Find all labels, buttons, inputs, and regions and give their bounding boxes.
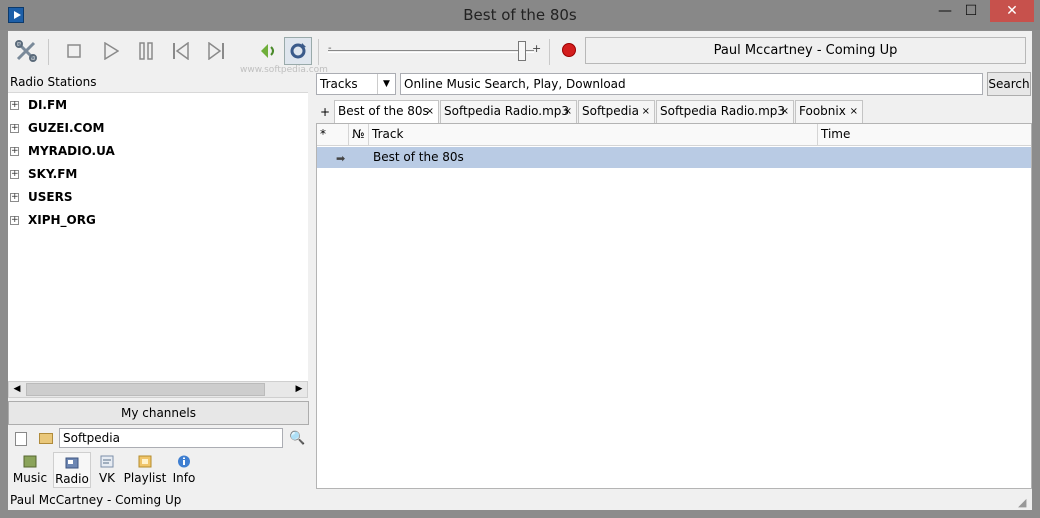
tree-item[interactable]: + DI.FM	[10, 95, 67, 115]
radio-icon	[65, 457, 79, 469]
track-list-header: * № Track Time	[317, 124, 1031, 146]
tools-icon[interactable]	[12, 37, 40, 65]
tab-label: Foobnix	[799, 104, 846, 118]
nav-vk-button[interactable]: VK	[96, 452, 118, 488]
play-icon[interactable]	[97, 37, 125, 65]
repeat-icon[interactable]	[284, 37, 312, 65]
tree-item[interactable]: + XIPH_ORG	[10, 210, 96, 230]
minimize-button[interactable]: —	[932, 0, 958, 22]
title-bar: Best of the 80s — ☐ ✕	[0, 0, 1040, 30]
table-row[interactable]: ➡ Best of the 80s	[317, 147, 1031, 168]
nav-radio-label: Radio	[55, 472, 89, 486]
tab-label: Softpedia Radio.mp3	[660, 104, 786, 118]
nav-music-button[interactable]: Music	[12, 452, 48, 488]
pause-icon[interactable]	[132, 37, 160, 65]
status-bar-text: Paul McCartney - Coming Up	[10, 493, 182, 507]
expand-icon[interactable]: +	[10, 100, 19, 110]
close-button[interactable]: ✕	[990, 0, 1034, 22]
client-area: www.softpedia.com - + Paul Mccartney - C…	[8, 31, 1032, 510]
my-channels-button[interactable]: My channels	[8, 401, 309, 425]
maximize-button[interactable]: ☐	[958, 0, 984, 22]
close-tab-icon[interactable]: ×	[850, 101, 858, 122]
tree-item[interactable]: + MYRADIO.UA	[10, 141, 115, 161]
tab-best-of-the-80s[interactable]: Best of the 80s ×	[334, 100, 439, 123]
next-icon[interactable]	[202, 37, 230, 65]
nav-playlist-button[interactable]: Playlist	[123, 452, 167, 488]
tab-label: Softpedia Radio.mp3	[444, 104, 570, 118]
close-tab-icon[interactable]: ×	[564, 101, 572, 122]
expand-icon[interactable]: +	[10, 215, 19, 225]
info-icon	[178, 455, 190, 468]
tree-item-label: USERS	[28, 190, 73, 204]
scrollbar-thumb[interactable]	[26, 383, 265, 396]
search-button[interactable]: Search	[987, 72, 1031, 96]
radio-stations-header: Radio Stations	[10, 75, 97, 89]
add-tab-button[interactable]: +	[320, 105, 330, 119]
search-icon[interactable]: 🔍	[289, 431, 305, 446]
nav-playlist-label: Playlist	[123, 471, 167, 485]
nav-info-button[interactable]: Info	[171, 452, 197, 488]
scroll-left-icon[interactable]: ◀	[9, 382, 25, 397]
column-header-number[interactable]: №	[349, 124, 369, 145]
main-panel: Tracks ▼ Search + Best of the 80s × Soft…	[314, 31, 1032, 510]
now-playing-arrow-icon: ➡	[336, 152, 346, 165]
scroll-right-icon[interactable]: ▶	[291, 382, 307, 397]
nav-music-label: Music	[12, 471, 48, 485]
tree-item-label: XIPH_ORG	[28, 213, 96, 227]
tree-item[interactable]: + SKY.FM	[10, 164, 77, 184]
window-title: Best of the 80s	[463, 6, 577, 24]
tree-item[interactable]: + GUZEI.COM	[10, 118, 104, 138]
expand-icon[interactable]: +	[10, 169, 19, 179]
tab-bar: + Best of the 80s × Softpedia Radio.mp3 …	[316, 99, 1032, 123]
tree-item-label: GUZEI.COM	[28, 121, 105, 135]
track-title: Best of the 80s	[373, 150, 464, 164]
channel-search-input[interactable]	[59, 428, 283, 448]
vk-icon	[100, 455, 114, 468]
chevron-down-icon[interactable]: ▼	[377, 74, 395, 94]
resize-grip-icon[interactable]: ◢	[1018, 496, 1026, 509]
toolbar-separator	[48, 39, 49, 65]
tab-softpedia-radio-2[interactable]: Softpedia Radio.mp3 ×	[656, 100, 794, 123]
tree-item-label: SKY.FM	[28, 167, 78, 181]
expand-icon[interactable]: +	[10, 192, 19, 202]
close-tab-icon[interactable]: ×	[781, 101, 789, 122]
column-header-star[interactable]: *	[317, 124, 349, 145]
folder-icon[interactable]	[39, 433, 53, 444]
tree-item[interactable]: + USERS	[10, 187, 72, 207]
new-file-icon[interactable]	[15, 432, 27, 446]
column-header-track[interactable]: Track	[369, 124, 818, 145]
horizontal-scrollbar[interactable]: ◀ ▶	[8, 381, 308, 398]
column-header-time[interactable]: Time	[818, 124, 1029, 145]
volume-icon[interactable]	[254, 37, 282, 65]
tab-foobnix[interactable]: Foobnix ×	[795, 100, 863, 123]
close-tab-icon[interactable]: ×	[642, 101, 650, 122]
nav-vk-label: VK	[98, 471, 116, 485]
tab-label: Softpedia	[582, 104, 639, 118]
radio-stations-tree: + DI.FM + GUZEI.COM + MYRADIO.UA + SKY.F…	[8, 92, 308, 381]
tree-item-label: MYRADIO.UA	[28, 144, 115, 158]
tab-softpedia-radio[interactable]: Softpedia Radio.mp3 ×	[440, 100, 577, 123]
tab-softpedia[interactable]: Softpedia ×	[578, 100, 655, 123]
track-list: * № Track Time ➡ Best of the 80s	[316, 123, 1032, 489]
search-mode-select[interactable]: Tracks ▼	[316, 73, 396, 95]
music-icon	[23, 455, 37, 468]
app-window: Best of the 80s — ☐ ✕ www.softpedia.com …	[0, 0, 1040, 518]
tree-item-label: DI.FM	[28, 98, 68, 112]
tab-label: Best of the 80s	[338, 104, 429, 118]
playlist-icon	[138, 455, 152, 468]
nav-radio-button[interactable]: Radio	[53, 452, 91, 488]
expand-icon[interactable]: +	[10, 123, 19, 133]
close-tab-icon[interactable]: ×	[426, 101, 434, 122]
expand-icon[interactable]: +	[10, 146, 19, 156]
previous-icon[interactable]	[167, 37, 195, 65]
stop-icon[interactable]	[60, 37, 88, 65]
search-input[interactable]	[400, 73, 983, 95]
search-mode-value: Tracks	[320, 77, 358, 91]
nav-info-label: Info	[172, 471, 196, 485]
